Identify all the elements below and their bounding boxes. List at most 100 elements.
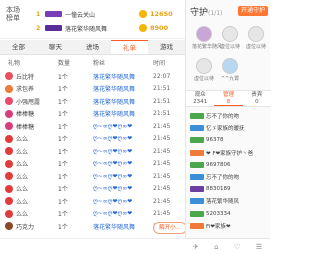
gift-time: 21:45 — [153, 135, 171, 143]
tab-admin-label: 管理 — [222, 92, 234, 98]
gift-sender[interactable]: ღ~∞ღ❤ღ∞❤ — [93, 148, 153, 155]
gift-sender[interactable]: 落花繁华随风舞 — [93, 109, 153, 118]
gift-time: 21:45 — [153, 197, 171, 205]
list-item[interactable]: 忘不了你的吻 — [186, 171, 271, 183]
gift-qty: 1个 — [58, 198, 68, 206]
level-badge — [190, 161, 204, 168]
guard-avatar[interactable]: 落花繁华随风 — [192, 26, 223, 50]
coin-icon — [139, 24, 147, 32]
list-item[interactable]: ❤ F❤家族守护丶爸 — [186, 147, 271, 159]
viewer-name: 忘不了你的吻 — [206, 114, 240, 121]
list-item[interactable]: 96378 — [186, 134, 271, 146]
gift-qty: 1个 — [58, 86, 68, 94]
gift-sender[interactable]: ღ~∞ღ❤ღ∞❤ — [93, 123, 153, 130]
gift-cell: 棒棒糖 — [0, 109, 58, 118]
gift-time: 21:51 — [153, 110, 171, 118]
level-badge — [190, 210, 204, 217]
tab-all[interactable]: 全部 — [0, 40, 37, 54]
gift-sender[interactable]: ღ~∞ღ❤ღ∞❤ — [93, 135, 153, 142]
guard-avatar-name: 落花繁华随风 — [192, 44, 223, 50]
level-badge — [45, 25, 62, 31]
gift-cell: 巧克力 — [0, 222, 58, 231]
tab-chat[interactable]: 聊天 — [37, 40, 74, 54]
rank-number: 1 — [36, 10, 41, 18]
guard-title-text: 守护 — [190, 8, 209, 18]
gift-sender[interactable]: ღ~∞ღ❤ღ∞❤ — [93, 210, 153, 217]
gift-sender[interactable]: 落花繁华随风舞 — [93, 72, 153, 81]
gift-qty: 1个 — [58, 211, 68, 219]
avatar — [248, 26, 264, 42]
gift-name: 丘比特 — [16, 73, 35, 81]
gift-sender[interactable]: ღ~∞ღ❤ღ∞❤ — [93, 185, 153, 192]
rank-name: 一憧云关山 — [65, 11, 96, 19]
gift-cell: 么么 — [0, 184, 58, 193]
gift-icon — [5, 134, 13, 143]
gift-time: 21:45 — [153, 147, 171, 155]
tab-admin[interactable]: 管理 8 — [214, 91, 243, 106]
list-item[interactable]: 忘不了你的吻 — [186, 110, 271, 122]
send-icon[interactable]: ✈ — [193, 243, 199, 251]
header-fan: 粉丝 — [93, 59, 106, 67]
menu-icon[interactable]: ☰ — [256, 243, 262, 251]
heart-icon[interactable]: ♡ — [234, 243, 240, 251]
gift-name: 小强甩露 — [16, 98, 41, 106]
rank-row-2[interactable]: 2 落花繁华随风舞 8900 — [36, 22, 181, 34]
gift-sender[interactable]: ღ~∞ღ❤ღ∞❤ — [93, 198, 153, 205]
level-badge — [190, 222, 204, 229]
avatar — [196, 26, 212, 42]
guard-avatar[interactable]: 虚位以待 — [218, 26, 242, 50]
list-item[interactable]: 落花繁华随风 — [186, 195, 271, 207]
viewer-name: ❤ F❤家族守护丶爸 — [206, 150, 254, 157]
gift-name: 么么 — [16, 211, 29, 219]
list-item[interactable]: 忆ゞ家族的暖抚 — [186, 122, 271, 134]
viewer-name: 8830189 — [206, 186, 231, 193]
gift-sender[interactable]: ღ~∞ღ❤ღ∞❤ — [93, 160, 153, 167]
right-panel: 守护(1/1) 开通守护 落花繁华随风 虚位以待 虚位以待 虚位以待 ^^九霄 … — [185, 0, 271, 254]
guard-avatar[interactable]: ^^九霄 — [218, 58, 242, 82]
tab-enter[interactable]: 进场 — [74, 40, 111, 54]
rank-row-1[interactable]: 1 一憧云关山 12650 — [36, 8, 181, 20]
gift-sender[interactable]: 落花繁华随风舞 — [93, 97, 153, 106]
gift-icon — [5, 97, 13, 106]
tab-games[interactable]: 游戏 — [148, 40, 185, 54]
open-guard-button[interactable]: 开通守护 — [238, 6, 268, 16]
gift-cell: 小强甩露 — [0, 97, 58, 106]
gift-qty: 1个 — [58, 136, 68, 144]
gift-sender[interactable]: 落花繁华随风舞 — [93, 222, 153, 231]
list-item[interactable]: Fi❤家族❤ — [186, 220, 271, 232]
viewer-name: 9697806 — [206, 161, 231, 168]
level-badge — [190, 149, 204, 156]
guard-avatar-name: ^^九霄 — [220, 76, 240, 82]
home-icon[interactable]: ⌂ — [214, 243, 218, 251]
gift-name: 么么 — [16, 186, 29, 194]
gift-qty: 1个 — [58, 223, 68, 231]
avatar — [222, 26, 238, 42]
tab-vip-label: 贵宾 — [251, 92, 263, 98]
gift-name: 么么 — [16, 198, 29, 206]
gift-qty: 1个 — [58, 186, 68, 194]
viewer-name: 忆ゞ家族的暖抚 — [206, 126, 245, 133]
tab-vip[interactable]: 贵宾 0 — [243, 91, 271, 106]
gift-icon — [5, 122, 13, 131]
unlock-button[interactable]: 解开小... — [153, 222, 187, 234]
header-gift: 礼物 — [8, 59, 21, 67]
list-item[interactable]: 9697806 — [186, 159, 271, 171]
list-item[interactable]: 5203334 — [186, 208, 271, 220]
guard-avatar[interactable]: 虚位以待 — [192, 58, 216, 82]
gift-cell: 么么 — [0, 209, 58, 218]
gift-time: 21:45 — [153, 210, 171, 218]
gift-icon — [5, 209, 13, 218]
gift-sender[interactable]: 落花繁华随风舞 — [93, 84, 153, 93]
list-item[interactable]: 8830189 — [186, 183, 271, 195]
table-row: 丘比特 1个 落花繁华随风舞 22:07 — [0, 70, 185, 83]
gift-cell: 棒棒糖 — [0, 122, 58, 131]
level-badge — [190, 125, 204, 132]
gift-time: 21:45 — [153, 172, 171, 180]
guard-avatar[interactable]: 虚位以待 — [244, 26, 268, 50]
tab-audience-count: 2341 — [193, 99, 208, 105]
tab-gifts[interactable]: 礼单 — [111, 40, 148, 54]
gift-sender[interactable]: ღ~∞ღ❤ღ∞❤ — [93, 173, 153, 180]
guard-title: 守护(1/1) — [190, 5, 222, 18]
gift-cell: 丘比特 — [0, 72, 58, 81]
tab-audience[interactable]: 观众 2341 — [186, 91, 214, 106]
